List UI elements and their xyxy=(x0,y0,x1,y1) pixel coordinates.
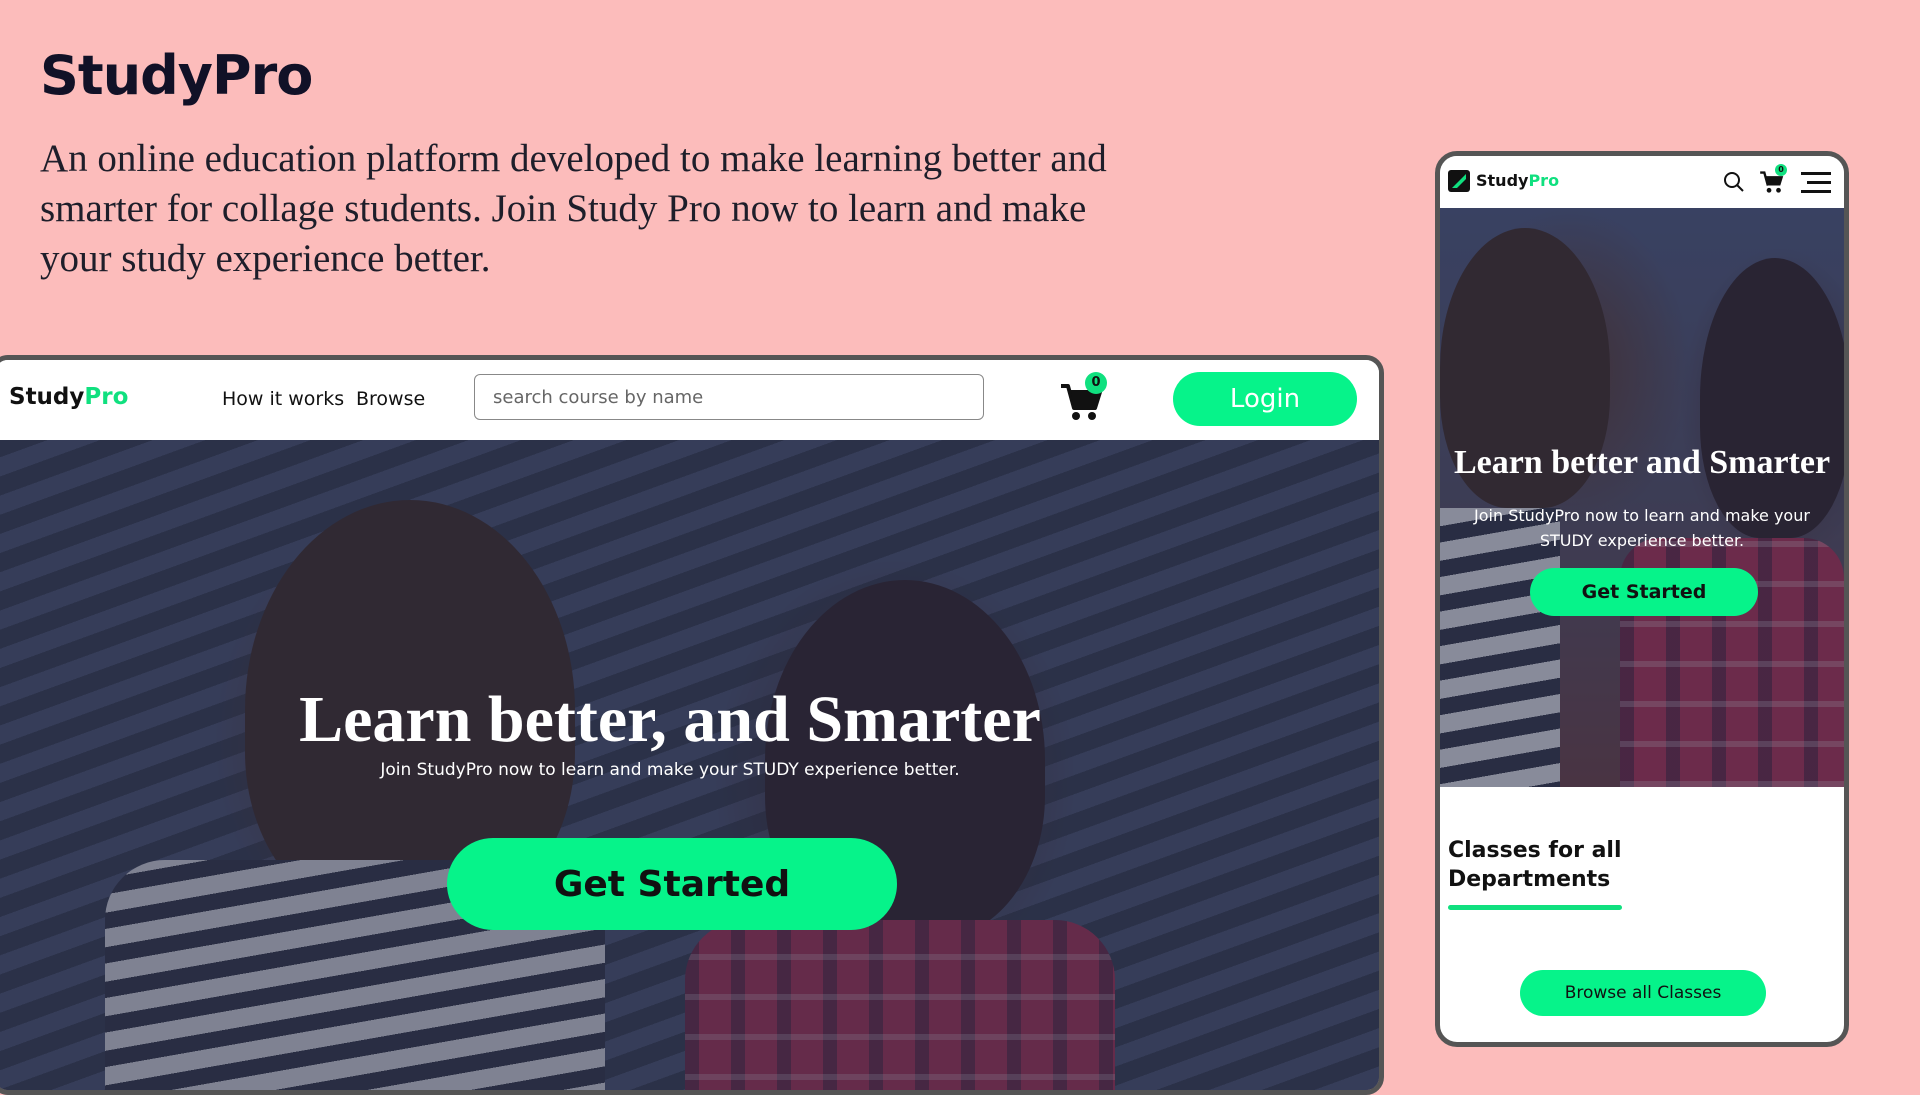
page-description: An online education platform developed t… xyxy=(40,137,1107,280)
desktop-logo[interactable]: StudyPro xyxy=(9,384,128,410)
cart-count-badge: 0 xyxy=(1085,372,1107,394)
desktop-get-started-button[interactable]: Get Started xyxy=(447,838,897,930)
desktop-navbar: StudyPro How it works Browse 0 Login xyxy=(0,360,1379,440)
logo-accent-text: Pro xyxy=(1528,171,1560,190)
section-title: Classes for all Departments xyxy=(1448,838,1622,892)
login-button[interactable]: Login xyxy=(1173,372,1357,426)
nav-link-how-it-works[interactable]: How it works xyxy=(222,388,344,410)
mobile-cart-button[interactable]: 0 xyxy=(1759,164,1787,194)
logo-mark-icon xyxy=(1448,170,1470,192)
cart-button[interactable]: 0 xyxy=(1059,372,1107,422)
mobile-get-started-button[interactable]: Get Started xyxy=(1530,568,1758,616)
section-underline xyxy=(1448,905,1622,910)
cart-count-badge: 0 xyxy=(1775,164,1787,176)
mobile-hero-title: Learn better and Smarter xyxy=(1453,444,1831,481)
mobile-hero-subtitle: Join StudyPro now to learn and make your… xyxy=(1474,506,1810,550)
browse-all-classes-button[interactable]: Browse all Classes xyxy=(1520,970,1766,1016)
mobile-logo[interactable]: StudyPro xyxy=(1476,171,1559,190)
desktop-hero-subtitle: Join StudyPro now to learn and make your… xyxy=(380,760,960,780)
menu-icon[interactable] xyxy=(1801,170,1831,194)
logo-main-text: Study xyxy=(1476,171,1529,190)
mobile-hero-image: Learn better and Smarter Join StudyPro n… xyxy=(1440,208,1844,787)
mobile-navbar: StudyPro 0 xyxy=(1440,156,1844,208)
desktop-hero-title: Learn better, and Smarter xyxy=(299,683,1041,756)
mobile-mockup: StudyPro 0 Learn better and Smarter Join… xyxy=(1435,151,1849,1047)
search-icon[interactable] xyxy=(1723,171,1745,193)
hero-overlay xyxy=(1440,208,1844,787)
logo-accent-text: Pro xyxy=(84,384,129,410)
logo-main-text: Study xyxy=(9,384,85,410)
nav-link-browse[interactable]: Browse xyxy=(356,388,425,410)
page-title: StudyPro xyxy=(40,44,313,107)
search-input[interactable] xyxy=(474,374,984,420)
